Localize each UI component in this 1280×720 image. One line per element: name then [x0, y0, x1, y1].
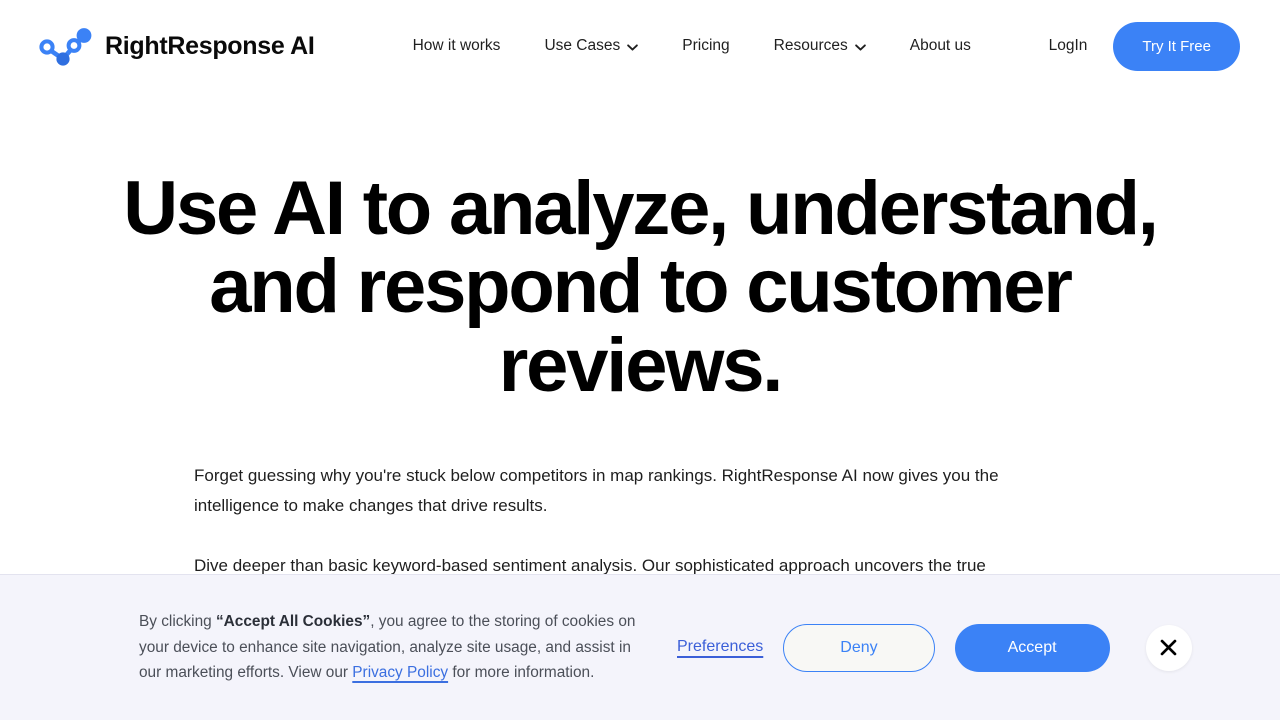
chevron-down-icon [854, 43, 866, 51]
brand-name: RightResponse AI [105, 31, 315, 60]
hero-paragraph-1: Forget guessing why you're stuck below c… [194, 465, 999, 516]
nav-item-use-cases[interactable]: Use Cases [522, 37, 660, 55]
login-link[interactable]: LogIn [1049, 37, 1088, 55]
close-banner-button[interactable] [1145, 624, 1192, 671]
cookie-text-prefix: By clicking [139, 613, 216, 631]
header-actions: LogIn Try It Free [1049, 21, 1240, 71]
nav-item-label: Use Cases [544, 37, 621, 54]
nav-item-pricing[interactable]: Pricing [660, 37, 751, 55]
nav-item-resources[interactable]: Resources [752, 37, 888, 55]
page-title: Use AI to analyze, understand, and respo… [123, 166, 1159, 408]
accept-cookies-button[interactable]: Accept [954, 623, 1110, 672]
nav-item-how-it-works[interactable]: How it works [391, 37, 523, 55]
cookie-consent-banner: By clicking “Accept All Cookies”, you ag… [0, 574, 1280, 720]
main-navigation: How it works Use Cases Pricing Resources… [391, 37, 993, 55]
cookie-consent-text: By clicking “Accept All Cookies”, you ag… [139, 609, 639, 686]
nav-item-label: About us [909, 37, 971, 54]
chevron-down-icon [627, 43, 639, 51]
nav-item-label: How it works [412, 37, 501, 54]
cookie-text-bold: “Accept All Cookies” [215, 613, 371, 631]
site-header: RightResponse AI How it works Use Cases … [0, 0, 1280, 92]
connected-nodes-graph-icon [39, 28, 92, 66]
nav-item-about-us[interactable]: About us [888, 37, 993, 55]
nav-item-label: Resources [773, 37, 848, 54]
preferences-link[interactable]: Preferences [677, 638, 763, 657]
cookie-text-suffix: for more information. [448, 664, 595, 682]
privacy-policy-link[interactable]: Privacy Policy [352, 664, 448, 681]
close-x-icon [1160, 639, 1177, 656]
try-it-free-button[interactable]: Try It Free [1113, 21, 1240, 71]
brand-logo-link[interactable]: RightResponse AI [34, 24, 315, 68]
nav-item-label: Pricing [682, 37, 730, 54]
hero-section: Use AI to analyze, understand, and respo… [0, 92, 1280, 582]
deny-cookies-button[interactable]: Deny [783, 623, 935, 672]
hero-body: Forget guessing why you're stuck below c… [193, 461, 1087, 582]
cookie-banner-actions: Preferences Deny Accept [677, 623, 1192, 672]
